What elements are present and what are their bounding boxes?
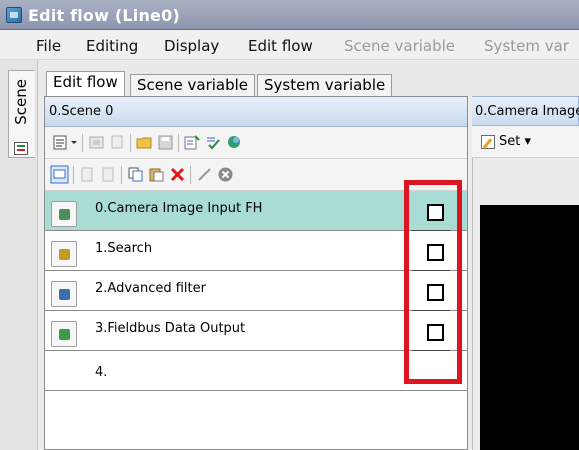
fieldbus-icon xyxy=(51,321,77,347)
copy-icon[interactable] xyxy=(127,166,144,183)
flow-panel-header: 0.Scene 0 xyxy=(45,97,467,127)
flow-toolbar-top xyxy=(45,127,467,159)
list-view-icon[interactable] xyxy=(52,134,69,151)
set-button[interactable]: Set ▾ xyxy=(499,134,531,149)
toolbar-separator xyxy=(73,166,74,184)
vertical-tab-label: Scene xyxy=(12,79,30,125)
menu-scene-variable[interactable]: Scene variable xyxy=(344,37,455,55)
tab-strip: Edit flow Scene variable System variable xyxy=(38,60,579,97)
copy-unit-icon[interactable] xyxy=(109,134,126,151)
toolbar-separator xyxy=(178,134,179,152)
window-titlebar: Edit flow (Line0) xyxy=(0,0,579,30)
menu-editing[interactable]: Editing xyxy=(86,37,138,55)
menu-bar: File Editing Display Edit flow Scene var… xyxy=(0,30,579,60)
menu-edit-flow[interactable]: Edit flow xyxy=(248,37,313,55)
cancel-icon[interactable] xyxy=(217,166,234,183)
window-title: Edit flow (Line0) xyxy=(28,6,180,25)
menu-file[interactable]: File xyxy=(36,37,61,55)
image-panel-header: 0.Camera Image xyxy=(472,96,579,126)
camera-image-view xyxy=(480,205,579,450)
unit-label: 4. xyxy=(95,365,108,380)
toolbar-separator xyxy=(130,134,131,152)
rename-icon[interactable] xyxy=(184,134,201,151)
search-unit-icon xyxy=(51,241,77,267)
menu-system-variable[interactable]: System var xyxy=(484,37,569,55)
filter-icon xyxy=(51,281,77,307)
unit-list-icon[interactable] xyxy=(50,165,69,184)
delete-icon[interactable] xyxy=(169,166,186,183)
image-panel-title: 0.Camera Image xyxy=(475,104,579,119)
app-icon xyxy=(6,7,22,23)
unit-label: 3.Fieldbus Data Output xyxy=(95,321,246,336)
unit-label: 1.Search xyxy=(95,241,153,256)
save-icon[interactable] xyxy=(157,134,174,151)
chevron-down-icon[interactable] xyxy=(69,134,79,151)
camera-icon xyxy=(51,201,77,227)
set-icon[interactable] xyxy=(481,135,495,149)
unit-label: 2.Advanced filter xyxy=(95,281,206,296)
open-folder-icon[interactable] xyxy=(136,134,153,151)
tab-scene-variable[interactable]: Scene variable xyxy=(130,74,256,96)
spell-check-icon[interactable] xyxy=(205,134,222,151)
unit-label: 0.Camera Image Input FH xyxy=(95,201,263,216)
paste-icon[interactable] xyxy=(148,166,165,183)
scene-list-icon xyxy=(14,142,28,155)
toolbar-separator xyxy=(82,134,83,152)
tab-edit-flow[interactable]: Edit flow xyxy=(46,71,125,97)
highlight-annotation xyxy=(404,180,462,384)
edit-pen-icon[interactable] xyxy=(196,166,213,183)
property-icon[interactable] xyxy=(226,134,243,151)
toolbar-separator xyxy=(190,166,191,184)
image-toolbar: Set ▾ xyxy=(472,126,579,158)
vertical-tab-scene[interactable]: Scene xyxy=(8,70,35,158)
side-rail: Scene xyxy=(0,60,38,450)
tab-system-variable[interactable]: System variable xyxy=(257,74,393,96)
menu-display[interactable]: Display xyxy=(164,37,219,55)
move-down-icon[interactable] xyxy=(100,166,117,183)
scene-title: 0.Scene 0 xyxy=(49,104,114,119)
move-up-icon[interactable] xyxy=(79,166,96,183)
insert-unit-icon[interactable] xyxy=(88,134,105,151)
toolbar-separator xyxy=(121,166,122,184)
